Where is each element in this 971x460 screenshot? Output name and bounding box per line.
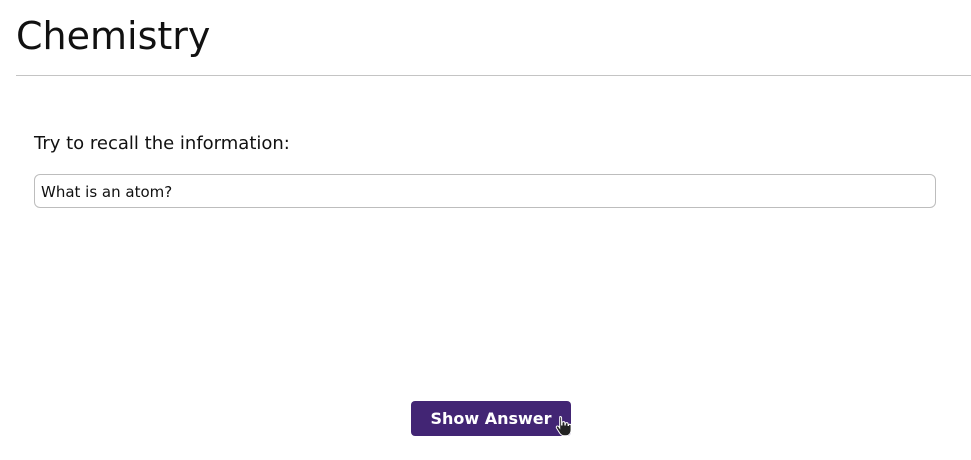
title-divider	[16, 75, 971, 76]
show-answer-label: Show Answer	[430, 409, 552, 428]
page-title: Chemistry	[16, 14, 211, 58]
question-field: What is an atom?	[34, 174, 936, 208]
show-answer-button[interactable]: Show Answer	[411, 401, 571, 436]
prompt-label: Try to recall the information:	[34, 133, 290, 154]
hand-pointer-cursor-icon	[555, 415, 572, 437]
